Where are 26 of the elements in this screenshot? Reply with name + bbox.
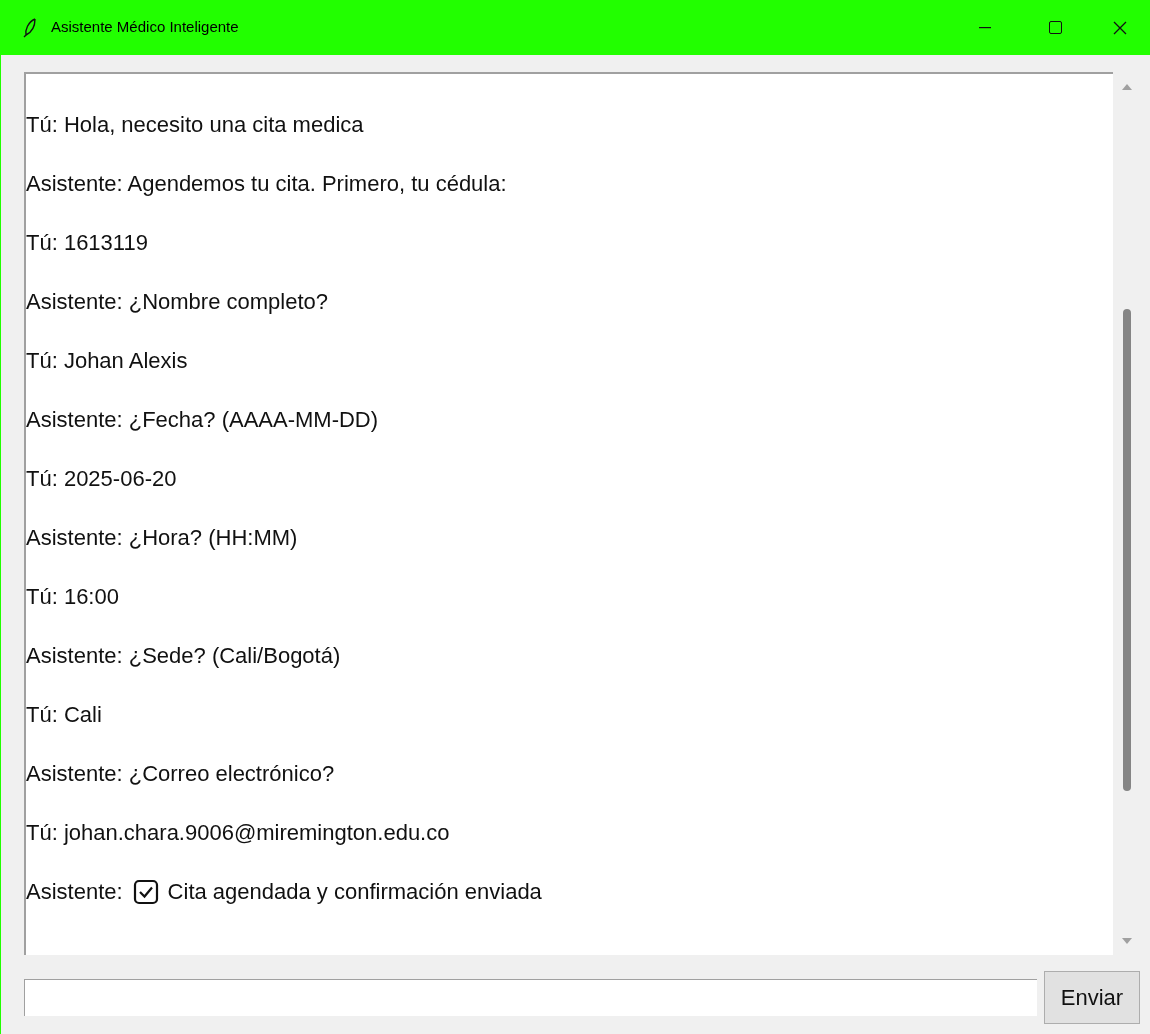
chat-message: Asistente: Agendemos tu cita. Primero, tu cédula: bbox=[26, 170, 508, 197]
chat-message: Cita agendada y confirmación enviada bbox=[167, 878, 542, 905]
chat-message: Asistente: ¿Sede? (Cali/Bogotá) bbox=[26, 642, 342, 669]
chat-message: Asistente: ¿Correo electrónico? bbox=[26, 760, 336, 787]
chat-message: Asistente: ¿Nombre completo? bbox=[26, 288, 330, 315]
window-title: Asistente Médico Inteligente bbox=[51, 17, 239, 38]
scroll-down-arrow-icon[interactable] bbox=[1122, 938, 1132, 944]
message-input[interactable] bbox=[24, 979, 1037, 1016]
chat-message: Tú: Cali bbox=[26, 701, 103, 728]
chat-message: Tú: 16:00 bbox=[26, 583, 120, 610]
chat-message: Asistente: ¿Fecha? (AAAA-MM-DD) bbox=[26, 406, 380, 433]
checkbox-icon bbox=[132, 878, 159, 905]
send-button[interactable]: Enviar bbox=[1044, 971, 1140, 1024]
chat-message: Tú: Johan Alexis bbox=[26, 347, 189, 374]
chat-message: Tú: 2025-06-20 bbox=[26, 465, 178, 492]
feather-icon bbox=[23, 17, 37, 38]
chat-message: Asistente: ¿Hora? (HH:MM) bbox=[26, 524, 299, 551]
chat-message: Tú: johan.chara.9006@miremington.edu.co bbox=[26, 819, 451, 846]
message-sender: Asistente: bbox=[26, 878, 123, 905]
scrollbar-thumb[interactable] bbox=[1123, 309, 1131, 791]
chat-message: Tú: Hola, necesito una cita medica bbox=[26, 111, 365, 138]
close-icon[interactable] bbox=[1113, 20, 1127, 35]
chat-message: Tú: 1613119 bbox=[26, 229, 149, 256]
maximize-icon[interactable] bbox=[1048, 21, 1062, 34]
minimize-icon[interactable] bbox=[979, 26, 991, 29]
scroll-up-arrow-icon[interactable] bbox=[1122, 84, 1132, 90]
